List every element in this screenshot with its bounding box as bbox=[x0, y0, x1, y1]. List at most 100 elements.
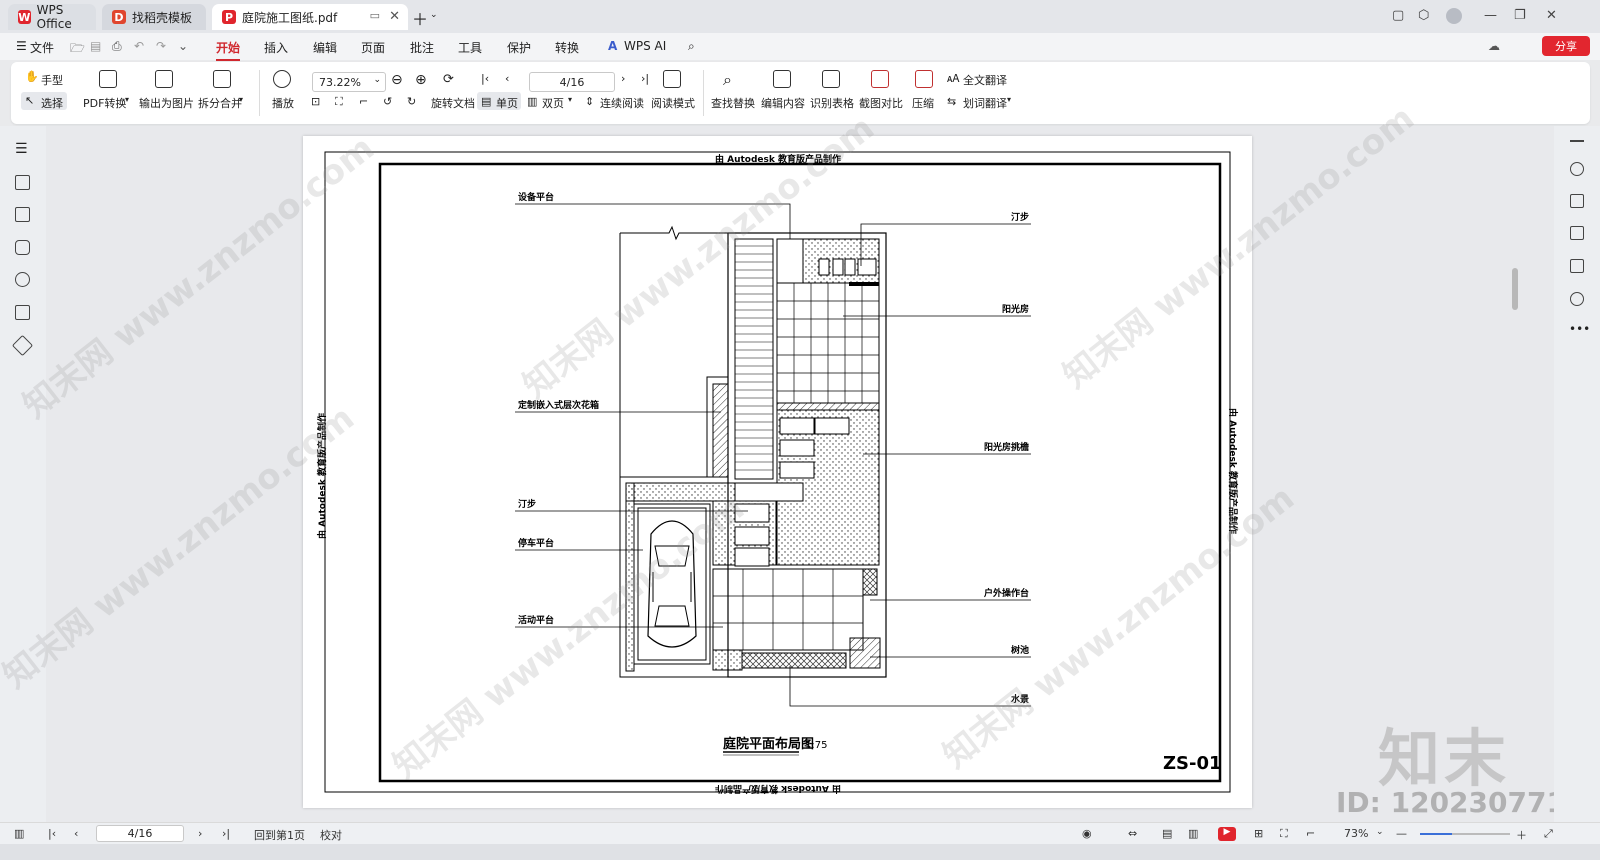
edit-content-button[interactable]: 编辑内容 bbox=[761, 95, 805, 111]
close-window-icon[interactable]: ✕ bbox=[1546, 8, 1557, 23]
actual-size-icon[interactable]: ⊡ bbox=[311, 95, 320, 108]
export-image-button[interactable]: 输出为图片 bbox=[139, 95, 194, 111]
new-tab-icon[interactable]: ＋ bbox=[412, 6, 428, 30]
chevron-down-icon[interactable]: ⌄ bbox=[178, 39, 188, 53]
search-icon[interactable]: ⌕ bbox=[688, 39, 695, 54]
translate-panel-icon[interactable] bbox=[1570, 194, 1584, 208]
monitor-icon[interactable]: ▭ bbox=[370, 9, 380, 22]
menu-edit[interactable]: 编辑 bbox=[313, 39, 337, 56]
last-page-icon[interactable]: ›| bbox=[641, 72, 649, 85]
find-replace-button[interactable]: 查找替换 bbox=[711, 95, 755, 111]
zoom-out-icon[interactable]: — bbox=[1396, 827, 1407, 840]
prev-page-icon[interactable]: ‹ bbox=[74, 827, 78, 840]
play-button[interactable]: 播放 bbox=[272, 95, 294, 111]
chevron-down-icon[interactable]: ⌄ bbox=[1376, 827, 1384, 837]
eye-icon[interactable]: ◉ bbox=[1082, 827, 1092, 840]
window-mode-icon[interactable]: ▢ bbox=[1392, 8, 1404, 23]
avatar[interactable] bbox=[1446, 8, 1462, 24]
attachment-icon[interactable] bbox=[15, 272, 30, 287]
more-icon[interactable]: ••• bbox=[1569, 322, 1590, 336]
hamburger-icon[interactable]: ☰ bbox=[16, 39, 27, 53]
menu-convert[interactable]: 转换 bbox=[555, 39, 579, 56]
tab-wps-office[interactable]: W WPS Office bbox=[8, 3, 96, 31]
comment-icon[interactable] bbox=[15, 240, 30, 255]
cloud-upload-icon[interactable]: ☁ bbox=[1488, 39, 1500, 53]
print-icon[interactable]: ⎙ bbox=[112, 39, 122, 54]
play-icon[interactable]: ▶ bbox=[1218, 827, 1236, 841]
menu-page[interactable]: 页面 bbox=[361, 39, 385, 56]
vertical-scrollbar[interactable] bbox=[1510, 128, 1520, 818]
tab-docer[interactable]: D 找稻壳模板 bbox=[102, 4, 206, 30]
zoom-in-icon[interactable]: ⊕ bbox=[415, 72, 427, 88]
screenshot-compare-button[interactable]: 截图对比 bbox=[859, 95, 903, 111]
bookmark-icon[interactable] bbox=[15, 175, 30, 190]
layers-icon[interactable] bbox=[11, 334, 34, 357]
help-icon[interactable] bbox=[1570, 292, 1584, 306]
single-page-view-icon[interactable]: ▤ bbox=[1162, 827, 1172, 840]
pdf-convert-button[interactable]: PDF转换 bbox=[83, 95, 126, 111]
word-translate-button[interactable]: 划词翻译 bbox=[963, 95, 1007, 111]
status-page-input[interactable]: 4/16 bbox=[96, 825, 184, 842]
search-icon[interactable] bbox=[1570, 162, 1584, 176]
settings-sliders-icon[interactable] bbox=[1570, 226, 1584, 240]
grid-view-icon[interactable]: ⊞ bbox=[1254, 827, 1263, 840]
fit-page-icon[interactable]: ⛶ bbox=[1280, 827, 1288, 841]
zoom-level[interactable]: 73% bbox=[1344, 827, 1368, 840]
rotate-doc-button[interactable]: 旋转文档 bbox=[431, 95, 475, 111]
cube-icon[interactable]: ⬡ bbox=[1418, 8, 1429, 23]
back-to-first-button[interactable]: 回到第1页 bbox=[254, 827, 305, 843]
fit-icon[interactable]: ⇔ bbox=[1128, 827, 1137, 840]
share-button[interactable]: 分享 bbox=[1542, 36, 1590, 56]
next-page-icon[interactable]: › bbox=[198, 827, 202, 840]
next-page-icon[interactable]: › bbox=[621, 72, 625, 85]
outline-icon[interactable]: ☰ bbox=[15, 142, 30, 157]
fit-width-icon[interactable]: ⌐ bbox=[359, 95, 368, 108]
hand-tool-label[interactable]: 手型 bbox=[41, 72, 63, 88]
rotate-left-icon[interactable]: ↺ bbox=[383, 95, 392, 108]
menu-home[interactable]: 开始 bbox=[216, 39, 241, 61]
save-icon[interactable]: ▤ bbox=[90, 39, 101, 53]
read-mode-button[interactable]: 阅读模式 bbox=[651, 95, 695, 111]
continuous-read-button[interactable]: 连续阅读 bbox=[600, 95, 644, 111]
close-tab-icon[interactable]: ✕ bbox=[389, 9, 400, 24]
collapse-icon[interactable] bbox=[1570, 140, 1584, 142]
minimize-icon[interactable]: — bbox=[1484, 8, 1497, 23]
split-merge-button[interactable]: 拆分合并 bbox=[198, 95, 242, 111]
signature-icon[interactable] bbox=[15, 305, 30, 320]
fullscreen-icon[interactable]: ⤢ bbox=[1544, 827, 1553, 841]
fit-width-icon[interactable]: ⌐ bbox=[1306, 827, 1315, 840]
rotate-right-icon[interactable]: ↻ bbox=[407, 95, 416, 108]
thumbnail-icon[interactable] bbox=[15, 207, 30, 222]
last-page-icon[interactable]: ›| bbox=[222, 827, 230, 840]
menu-protect[interactable]: 保护 bbox=[507, 39, 531, 56]
zoom-select[interactable]: 73.22% ⌄ bbox=[312, 72, 386, 92]
menu-wps-ai[interactable]: WPS AI bbox=[624, 39, 666, 53]
chevron-down-icon[interactable]: ⌄ bbox=[430, 10, 438, 20]
compress-button[interactable]: 压缩 bbox=[912, 95, 934, 111]
zoom-out-icon[interactable]: ⊖ bbox=[391, 72, 403, 88]
scrollbar-thumb[interactable] bbox=[1512, 268, 1518, 310]
book-icon[interactable] bbox=[1570, 259, 1584, 273]
redo-icon[interactable]: ↷ bbox=[156, 39, 166, 53]
restore-icon[interactable]: ❐ bbox=[1514, 8, 1526, 23]
proofread-button[interactable]: 校对 bbox=[320, 827, 342, 843]
open-folder-icon[interactable]: 🗁 bbox=[70, 39, 85, 60]
first-page-icon[interactable]: |‹ bbox=[481, 72, 489, 85]
sidebar-toggle-icon[interactable]: ▥ bbox=[14, 827, 24, 840]
full-translate-button[interactable]: 全文翻译 bbox=[963, 72, 1007, 88]
menu-tools[interactable]: 工具 bbox=[458, 39, 482, 56]
prev-page-icon[interactable]: ‹ bbox=[505, 72, 509, 85]
drawing-scale: 1:75 bbox=[805, 740, 827, 751]
menu-file[interactable]: 文件 bbox=[30, 39, 54, 56]
double-page-button[interactable]: 双页 bbox=[542, 95, 564, 111]
fit-page-icon[interactable]: ⛶ bbox=[335, 95, 343, 109]
tab-pdf-document[interactable]: P 庭院施工图纸.pdf ▭ ✕ bbox=[212, 4, 408, 30]
double-page-view-icon[interactable]: ▥ bbox=[1188, 827, 1198, 840]
menu-annotate[interactable]: 批注 bbox=[410, 39, 434, 56]
recognize-table-button[interactable]: 识别表格 bbox=[810, 95, 854, 111]
undo-icon[interactable]: ↶ bbox=[134, 39, 144, 53]
menu-insert[interactable]: 插入 bbox=[264, 39, 288, 56]
zoom-in-icon[interactable]: ＋ bbox=[1516, 827, 1527, 843]
page-number-input[interactable]: 4/16 bbox=[529, 72, 615, 92]
first-page-icon[interactable]: |‹ bbox=[48, 827, 56, 840]
